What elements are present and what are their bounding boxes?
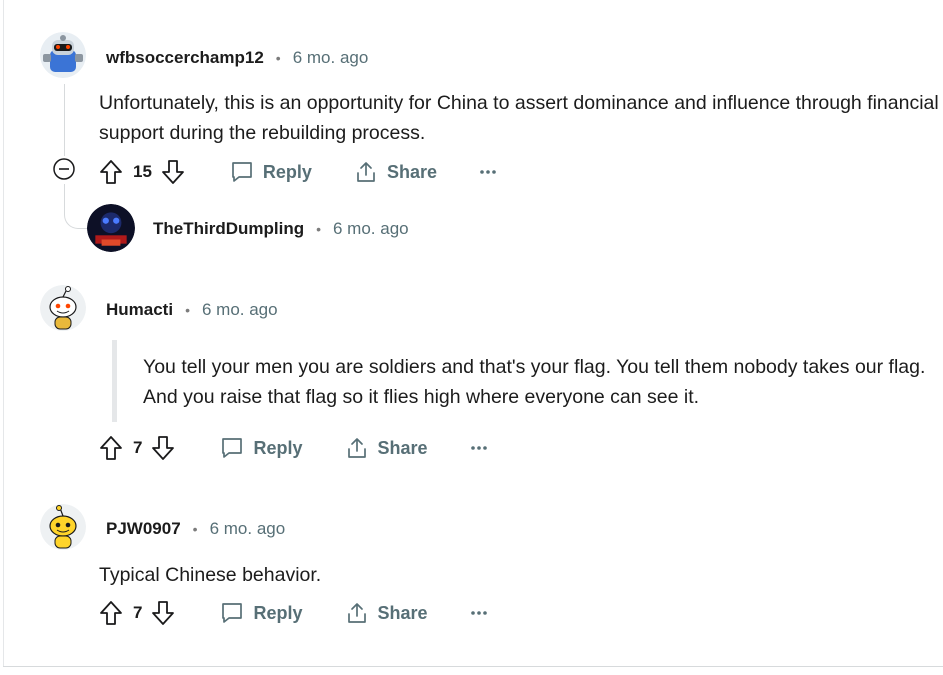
comment-meta: TheThirdDumpling • 6 mo. ago	[153, 217, 409, 241]
comment-actions: 7 Reply Share	[99, 598, 488, 628]
share-button[interactable]: Share	[354, 160, 437, 184]
comment-body: Typical Chinese behavior.	[99, 564, 322, 586]
page-bottom-border	[3, 666, 943, 667]
separator-dot: •	[275, 50, 281, 66]
more-icon	[470, 610, 488, 616]
separator-dot: •	[192, 521, 198, 537]
share-label: Share	[386, 161, 437, 182]
reply-label: Reply	[262, 161, 312, 182]
vote-count: 7	[133, 603, 143, 622]
upvote-icon[interactable]	[99, 435, 123, 461]
reply-label: Reply	[253, 602, 303, 623]
timestamp[interactable]: 6 mo. ago	[333, 219, 409, 239]
more-options-button[interactable]	[479, 169, 497, 175]
reply-icon	[220, 601, 244, 625]
thread-line	[64, 84, 65, 156]
username[interactable]: Humacti	[106, 300, 173, 320]
upvote-icon[interactable]	[99, 159, 123, 185]
collapse-button[interactable]	[53, 158, 75, 180]
separator-dot: •	[185, 302, 190, 318]
blockquote-text: You tell your men you are soldiers and t…	[143, 356, 926, 408]
more-icon	[479, 169, 497, 175]
avatar[interactable]	[40, 285, 86, 331]
blockquote-bar	[112, 340, 117, 422]
reply-button[interactable]: Reply	[220, 436, 303, 460]
separator-dot: •	[316, 221, 321, 237]
timestamp[interactable]: 6 mo. ago	[210, 519, 286, 539]
comment-body: Unfortunately, this is an opportunity fo…	[99, 92, 939, 144]
downvote-icon[interactable]	[151, 435, 175, 461]
comment-meta: wfbsoccerchamp12 • 6 mo. ago	[106, 46, 368, 70]
collapse-icon	[53, 158, 75, 180]
downvote-icon[interactable]	[151, 600, 175, 626]
reply-icon	[220, 436, 244, 460]
more-options-button[interactable]	[470, 610, 488, 616]
comment-meta: Humacti • 6 mo. ago	[106, 298, 278, 322]
vote-count: 7	[133, 438, 143, 457]
comment-meta: PJW0907 • 6 mo. ago	[106, 517, 285, 541]
page-left-border	[3, 0, 4, 666]
more-icon	[470, 445, 488, 451]
share-icon	[354, 160, 378, 184]
share-button[interactable]: Share	[345, 436, 428, 460]
avatar[interactable]	[87, 204, 135, 252]
share-label: Share	[377, 602, 428, 623]
reply-button[interactable]: Reply	[230, 160, 312, 184]
thread-branch	[64, 198, 89, 229]
share-icon	[345, 601, 369, 625]
reply-button[interactable]: Reply	[220, 601, 303, 625]
avatar[interactable]	[40, 32, 86, 78]
downvote-icon[interactable]	[161, 159, 185, 185]
reply-label: Reply	[253, 437, 303, 458]
comment-actions: 7 Reply Share	[99, 433, 488, 463]
share-button[interactable]: Share	[345, 601, 428, 625]
username[interactable]: TheThirdDumpling	[153, 219, 304, 239]
share-label: Share	[377, 437, 428, 458]
share-icon	[345, 436, 369, 460]
more-options-button[interactable]	[470, 445, 488, 451]
username[interactable]: PJW0907	[106, 519, 181, 539]
avatar[interactable]	[40, 504, 86, 550]
username[interactable]: wfbsoccerchamp12	[106, 48, 264, 68]
timestamp[interactable]: 6 mo. ago	[293, 48, 369, 68]
reply-icon	[230, 160, 254, 184]
vote-count: 15	[133, 162, 152, 181]
comment-actions: 15 Reply Share	[99, 157, 497, 187]
timestamp[interactable]: 6 mo. ago	[202, 300, 278, 320]
upvote-icon[interactable]	[99, 600, 123, 626]
